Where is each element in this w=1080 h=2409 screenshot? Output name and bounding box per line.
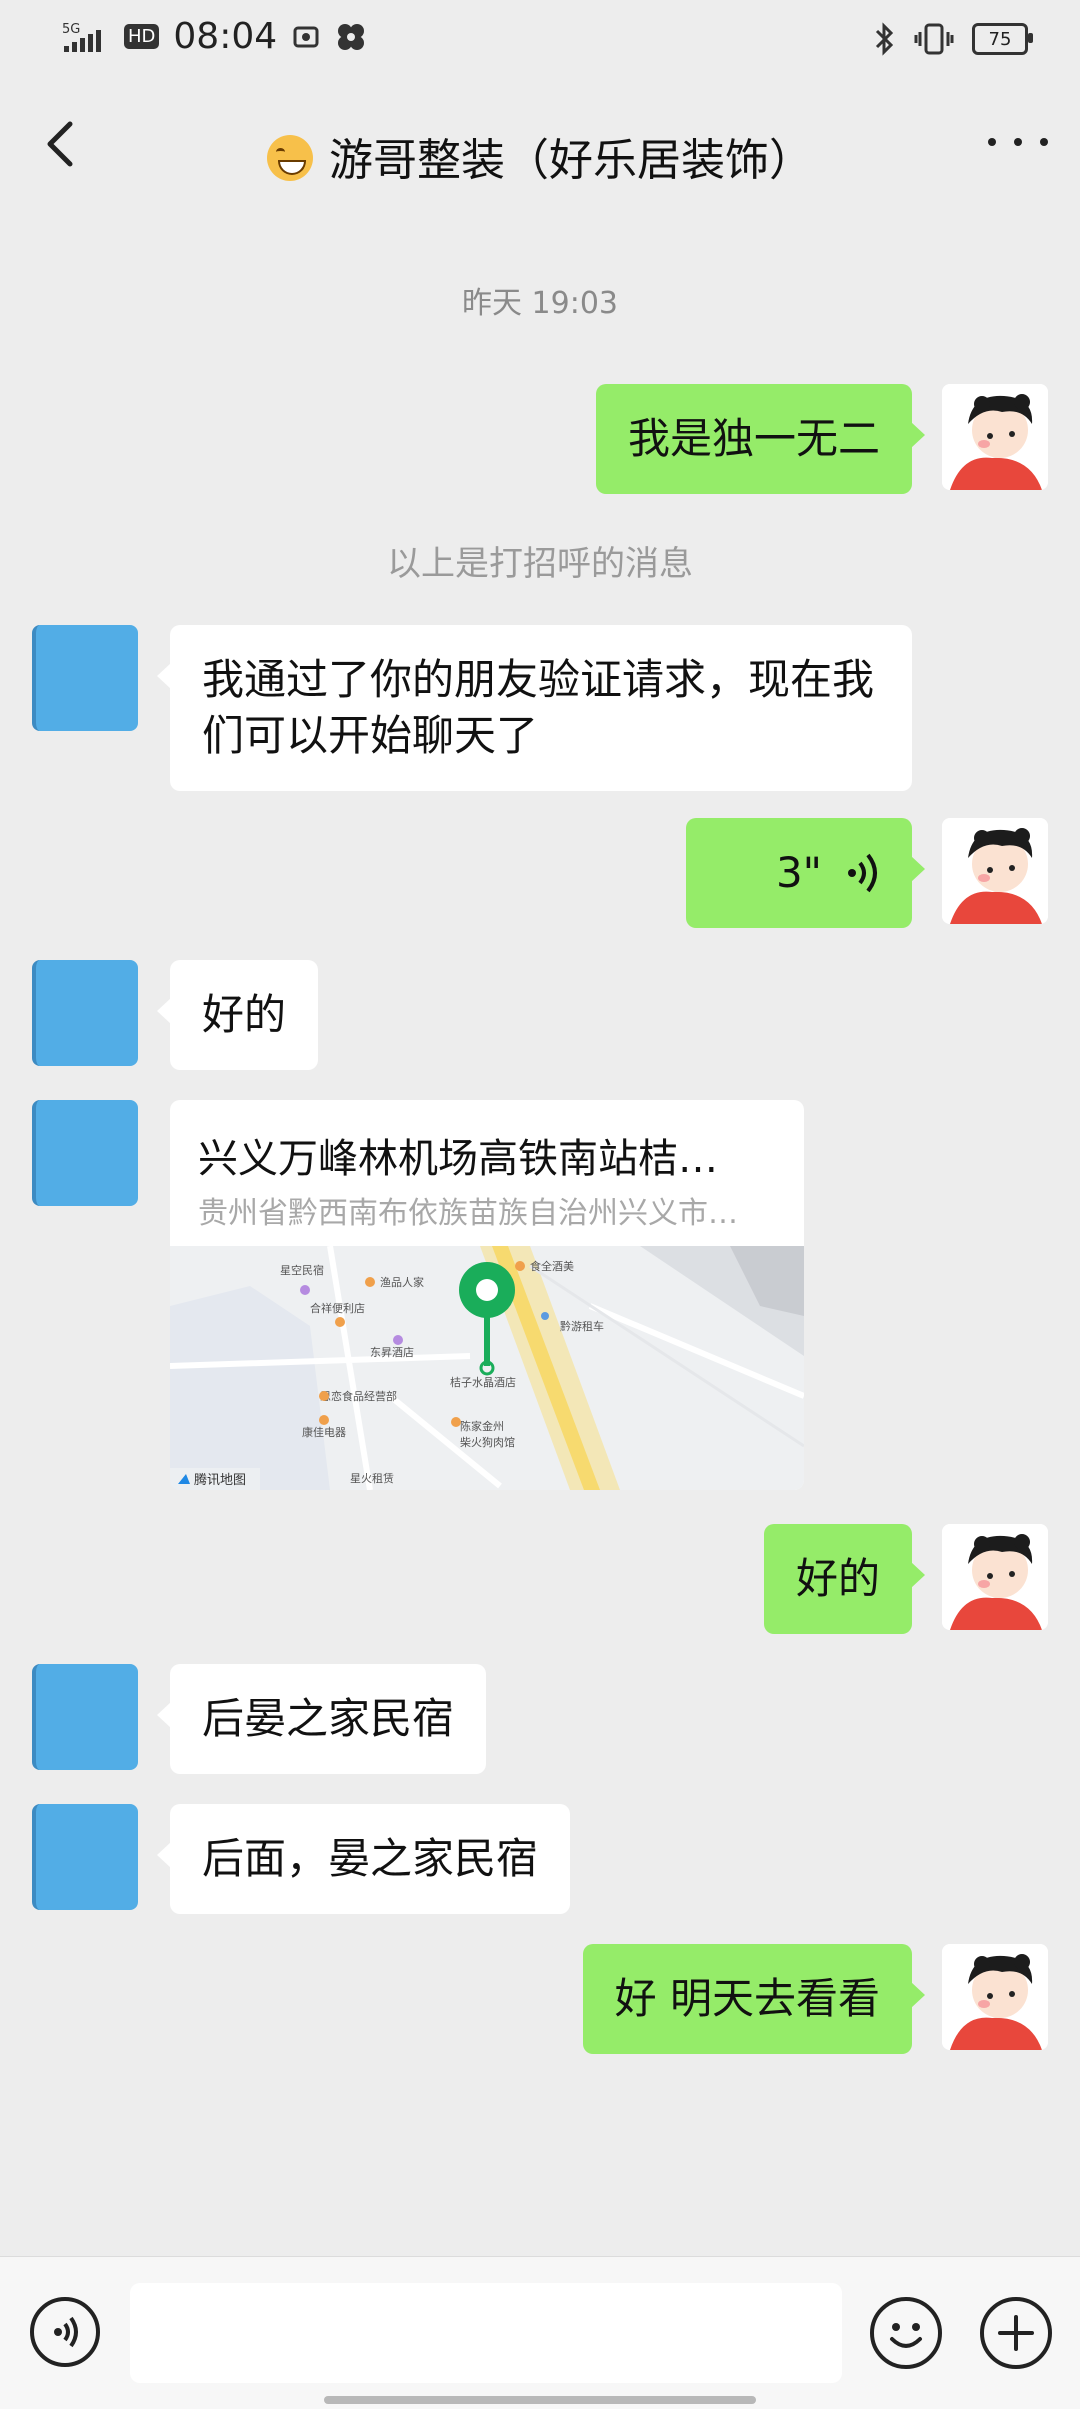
chat-timestamp: 昨天 19:03 [462, 286, 618, 321]
message-bubble-outgoing[interactable]: 好的 [763, 1524, 926, 1634]
map-label: 康佳电器 [302, 1425, 346, 1439]
message-bubble-incoming[interactable]: 后面，晏之家民宿 [156, 1804, 571, 1914]
map-label: 桔子水晶酒店 [450, 1375, 516, 1389]
status-bar: 5G HD 08:04 75 [0, 0, 1080, 84]
contact-avatar[interactable] [32, 1100, 138, 1206]
screenshot-icon [293, 26, 319, 47]
map-label: 陈家金州 [460, 1419, 504, 1433]
voice-message-bubble[interactable]: 3" [686, 818, 925, 928]
status-right: 75 [874, 22, 1033, 56]
chat-input-bar [0, 2256, 1080, 2409]
my-avatar[interactable] [942, 818, 1048, 924]
message-text: 我通过了你的朋友验证请求，现在我们可以开始聊天了 [202, 655, 875, 760]
status-time: 08:04 [173, 16, 278, 57]
cartoon-avatar-icon [942, 818, 1048, 924]
map-brand: 腾讯地图 [194, 1472, 246, 1488]
system-message: 以上是打招呼的消息 [387, 544, 693, 584]
home-indicator[interactable] [324, 2396, 756, 2404]
bluetooth-icon [875, 22, 894, 56]
battery-icon: 75 [972, 23, 1033, 55]
signal-icon: 5G [62, 22, 101, 52]
message-text: 好 明天去看看 [614, 1974, 880, 2023]
voice-duration: 3" [775, 848, 822, 897]
location-title: 兴义万峰林机场高铁南站桔… [198, 1136, 718, 1182]
message-input[interactable] [130, 2283, 842, 2383]
message-text: 好的 [795, 1554, 880, 1603]
contact-avatar[interactable] [32, 625, 138, 731]
map-label: 柴火狗肉馆 [460, 1435, 515, 1449]
message-bubble-outgoing[interactable]: 我是独一无二 [595, 384, 926, 494]
emoji-icon[interactable] [870, 2297, 942, 2369]
message-text: 后面，晏之家民宿 [202, 1834, 539, 1883]
status-left: 5G HD 08:04 [62, 16, 367, 57]
location-card[interactable]: 兴义万峰林机场高铁南站桔… 贵州省黔西南布依族苗族自治州兴义市… 星空民宿 渔品… [170, 1100, 804, 1490]
plus-icon[interactable] [980, 2297, 1052, 2369]
map-label: 黔游租车 [560, 1319, 604, 1333]
cartoon-avatar-icon [942, 384, 1048, 490]
vibrate-icon [914, 23, 954, 55]
message-text: 后晏之家民宿 [202, 1694, 455, 1743]
hd-badge: HD [124, 24, 160, 49]
chat-header: 游哥整装（好乐居装饰） [0, 84, 1080, 212]
map-label: 渔品人家 [380, 1275, 424, 1289]
svg-text:5G: 5G [62, 22, 80, 37]
contact-avatar[interactable] [32, 1804, 138, 1910]
location-map[interactable]: 星空民宿 渔品人家 食全酒美 合祥便利店 黔游租车 东昇酒店 桔子水晶酒店 思恋… [170, 1246, 804, 1490]
contact-avatar[interactable] [32, 960, 138, 1066]
chat-title-text: 游哥整装（好乐居装饰） [329, 135, 813, 186]
app-notification-icon [338, 23, 365, 50]
voice-wave-icon [848, 853, 877, 893]
contact-avatar[interactable] [32, 1664, 138, 1770]
message-bubble-outgoing[interactable]: 好 明天去看看 [582, 1944, 926, 2054]
battery-level: 75 [988, 28, 1012, 50]
map-label: 食全酒美 [530, 1259, 574, 1273]
message-text: 好的 [202, 990, 287, 1039]
cartoon-avatar-icon [942, 1944, 1048, 2050]
cartoon-avatar-icon [942, 1524, 1048, 1630]
message-bubble-incoming[interactable]: 后晏之家民宿 [156, 1664, 487, 1774]
chat-title: 游哥整装（好乐居装饰） [0, 124, 1080, 188]
map-label: 星火租赁 [350, 1471, 394, 1485]
message-text: 我是独一无二 [627, 414, 880, 463]
location-address: 贵州省黔西南布依族苗族自治州兴义市… [198, 1196, 738, 1231]
voice-input-icon[interactable] [30, 2297, 100, 2367]
map-label: 星空民宿 [280, 1263, 324, 1277]
grinning-face-icon [267, 135, 313, 181]
map-label: 思恋食品经营部 [320, 1389, 397, 1403]
my-avatar[interactable] [942, 1524, 1048, 1630]
map-label: 东昇酒店 [370, 1345, 414, 1359]
message-bubble-incoming[interactable]: 好的 [156, 960, 319, 1070]
my-avatar[interactable] [942, 384, 1048, 490]
message-bubble-incoming[interactable]: 我通过了你的朋友验证请求，现在我们可以开始聊天了 [157, 625, 912, 791]
my-avatar[interactable] [942, 1944, 1048, 2050]
map-label: 合祥便利店 [310, 1301, 365, 1315]
more-options-icon[interactable] [988, 122, 1048, 162]
